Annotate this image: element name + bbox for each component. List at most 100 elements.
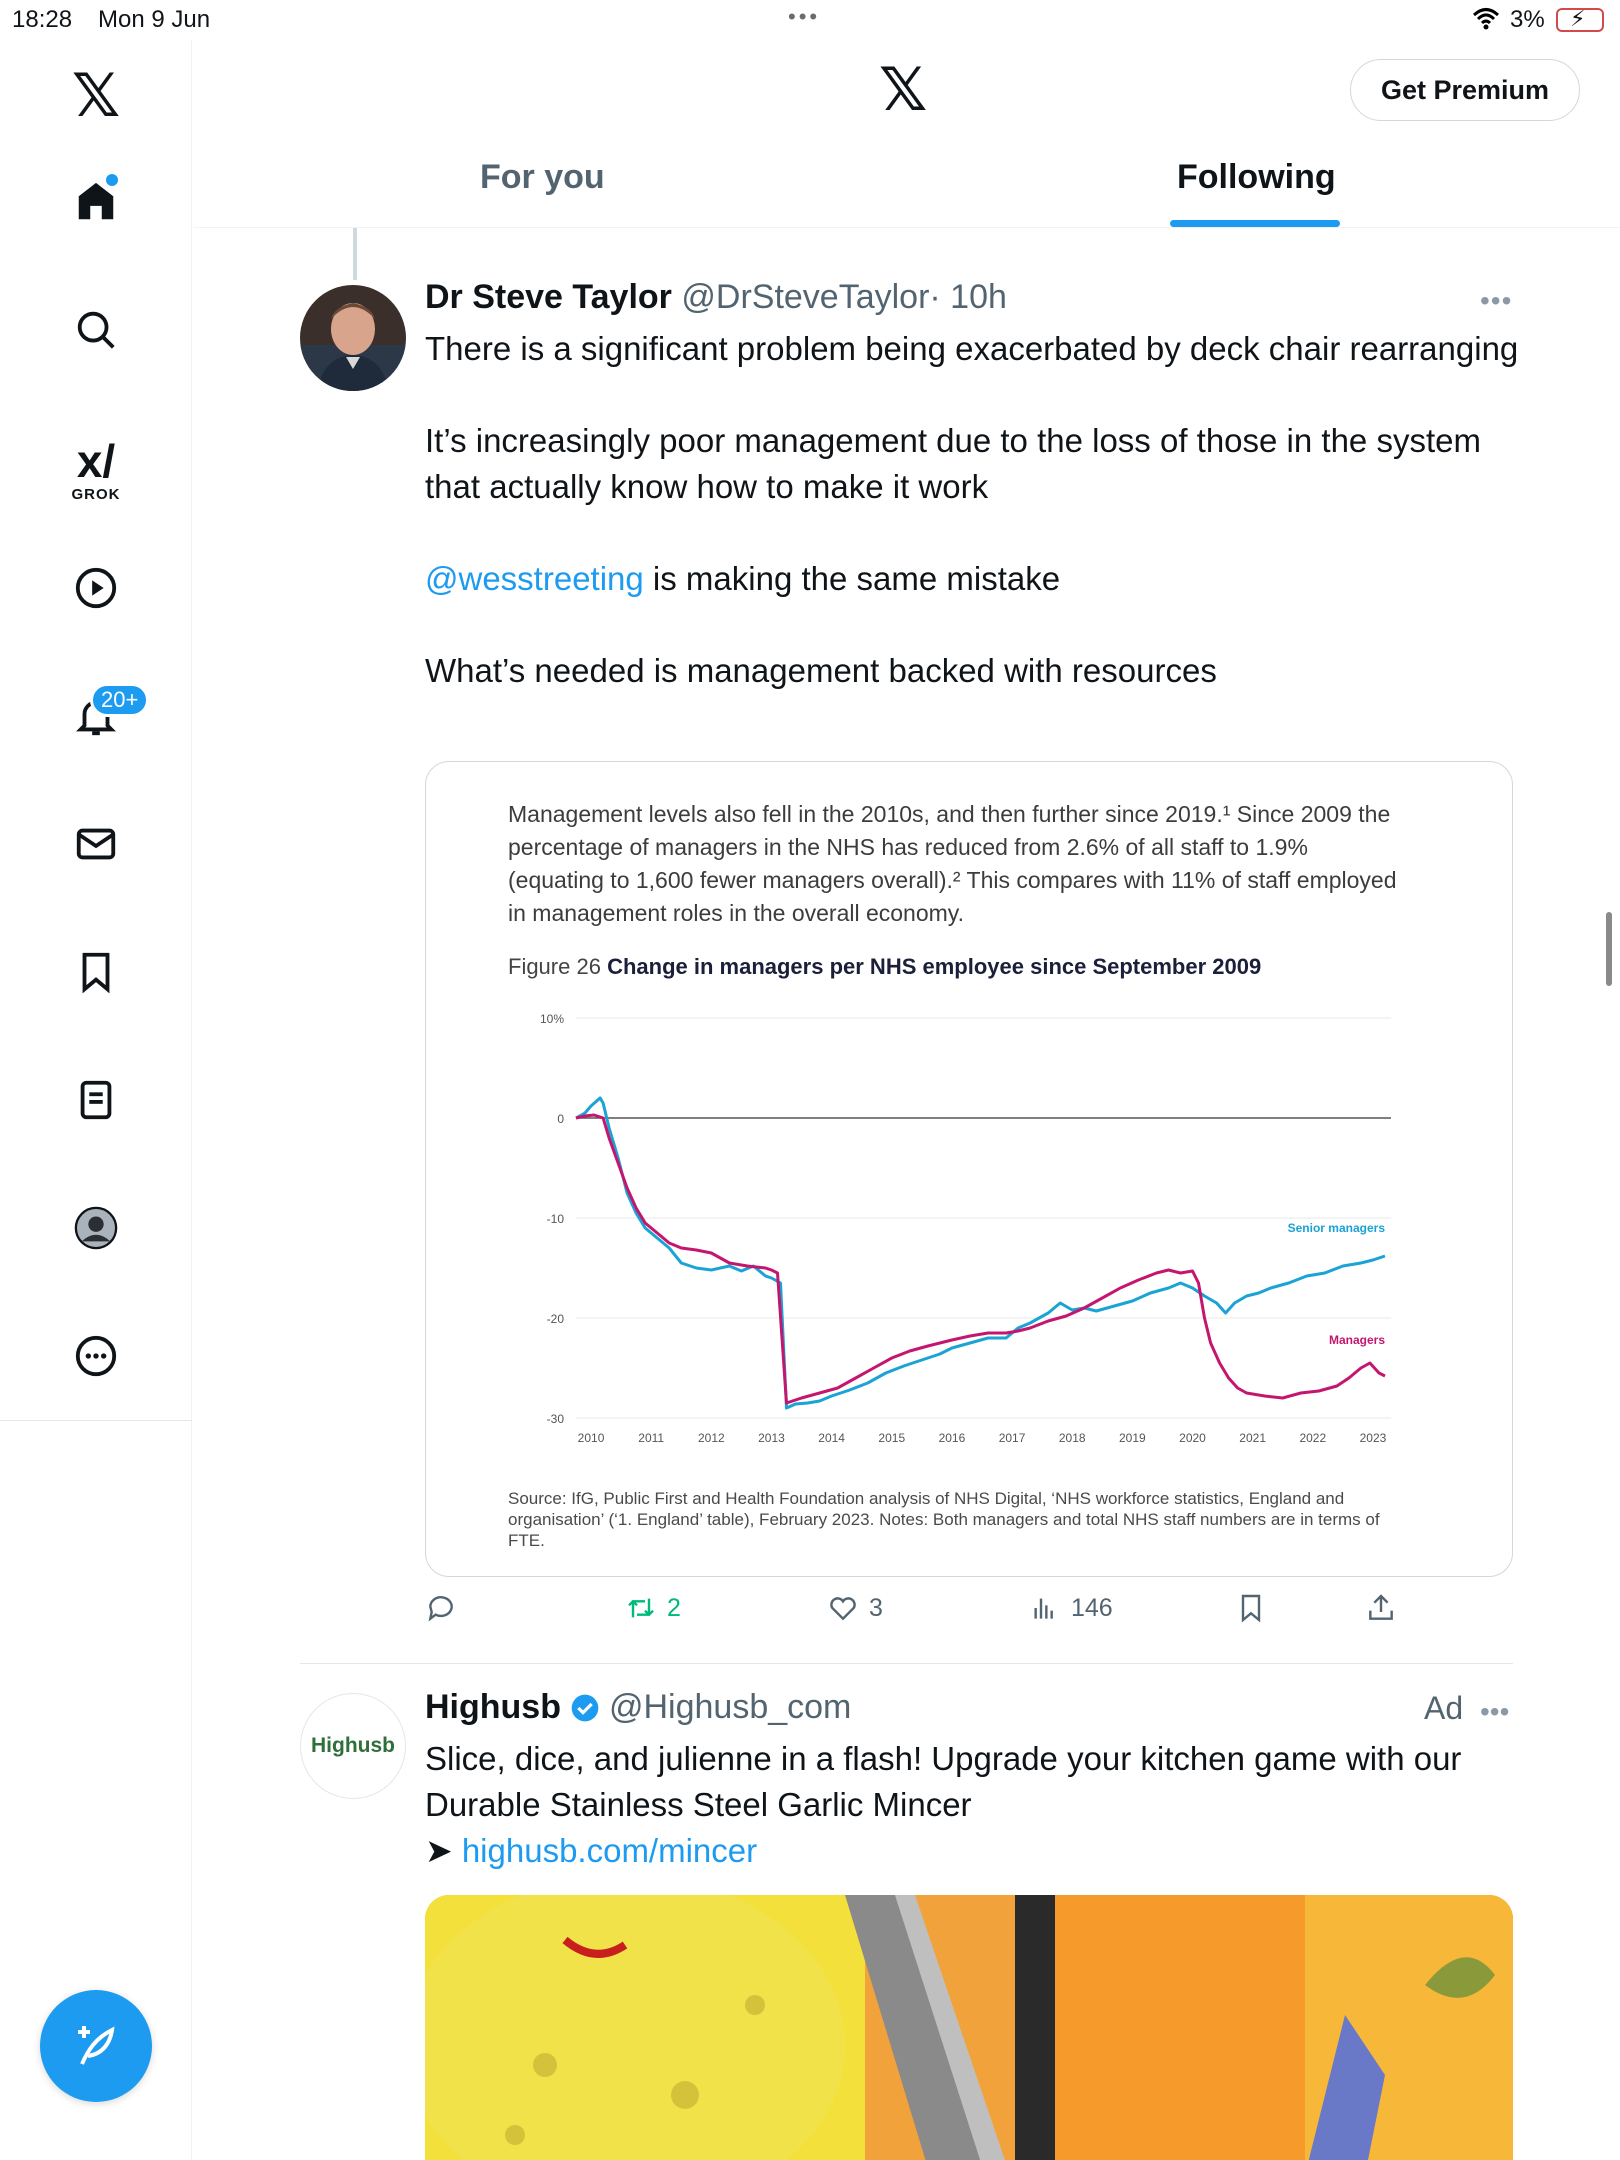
tab-following[interactable]: Following <box>1177 158 1336 197</box>
series-label: Managers <box>1329 1333 1385 1347</box>
tweet-paragraph: What’s needed is management backed with … <box>425 652 1217 689</box>
like-button[interactable]: 3 <box>827 1592 883 1624</box>
compose-feather-icon <box>78 2026 115 2065</box>
status-bar: 18:28 Mon 9 Jun ••• 3% ⚡ <box>0 0 1620 40</box>
battery-percent: 3% <box>1510 6 1545 33</box>
advertiser-avatar[interactable]: Highusb <box>300 1693 406 1799</box>
sidebar-divider <box>0 1420 192 1421</box>
x-tick-label: 2023 <box>1360 1431 1387 1445</box>
wifi-icon <box>1472 8 1500 30</box>
tweet-more-icon[interactable]: ••• <box>1480 285 1512 317</box>
series-line <box>575 1096 1386 1410</box>
x-tick-label: 2013 <box>758 1431 785 1445</box>
tweet-divider <box>300 1663 1513 1664</box>
x-center-logo-icon[interactable]: 𝕏 <box>879 60 927 120</box>
x-tick-label: 2014 <box>818 1431 845 1445</box>
grok-icon[interactable]: x/ GROK <box>60 420 132 520</box>
ad-link[interactable]: highusb.com/mincer <box>462 1832 757 1869</box>
heart-icon <box>830 1597 856 1621</box>
thread-connector-line <box>353 228 357 280</box>
tweet-paragraph: There is a significant problem being exa… <box>425 330 1519 367</box>
video-icon[interactable] <box>60 552 132 624</box>
figure-source-note: Source: IfG, Public First and Health Fou… <box>508 1489 1380 1550</box>
search-icon[interactable] <box>60 294 132 366</box>
ad-text: Slice, dice, and julienne in a flash! Up… <box>425 1736 1535 1874</box>
x-tick-label: 2016 <box>939 1431 966 1445</box>
views-icon <box>1034 1598 1053 1619</box>
advertiser-avatar-text: Highusb <box>311 1734 395 1757</box>
repost-button[interactable]: 2 <box>625 1592 681 1624</box>
tweet-paragraph: It’s increasingly poor management due to… <box>425 422 1481 505</box>
line-chart: 10% 0 -10 -20 -30 2010 2011 2012 2013 2014 2015 201… <box>540 1012 1391 1445</box>
x-tick-label: 2022 <box>1299 1431 1326 1445</box>
share-button[interactable] <box>1365 1592 1407 1624</box>
ad-image[interactable] <box>425 1895 1513 2160</box>
author-avatar[interactable] <box>300 285 406 391</box>
x-tick-label: 2020 <box>1179 1431 1206 1445</box>
image-intro-text: Management levels also fell in the 2010s… <box>508 801 1397 926</box>
x-logo-icon[interactable]: 𝕏 <box>60 60 132 132</box>
tweet-header: Dr Steve Taylor @DrSteveTaylor· 10h <box>425 278 1007 317</box>
y-tick-label: -30 <box>547 1412 565 1426</box>
home-unread-dot <box>106 174 118 186</box>
multitasking-dots-icon[interactable]: ••• <box>788 4 820 30</box>
bookmark-icon <box>1241 1594 1261 1623</box>
bookmarks-icon[interactable] <box>60 936 132 1008</box>
timeline-header: 𝕏 Get Premium For you Following <box>193 40 1620 228</box>
verified-badge-icon <box>571 1694 599 1721</box>
tweet-image[interactable]: Management levels also fell in the 2010s… <box>425 761 1513 1577</box>
x-tick-label: 2010 <box>578 1431 605 1445</box>
series-label: Senior managers <box>1288 1221 1386 1235</box>
grok-label: GROK <box>71 485 121 503</box>
x-tick-label: 2015 <box>878 1431 905 1445</box>
x-tick-label: 2017 <box>999 1431 1026 1445</box>
figure-title: Figure 26 Change in managers per NHS emp… <box>508 954 1261 980</box>
reply-button[interactable] <box>425 1592 467 1624</box>
ad-body-text: Slice, dice, and julienne in a flash! Up… <box>425 1740 1462 1823</box>
x-tick-label: 2019 <box>1119 1431 1146 1445</box>
ad-label: Ad <box>1424 1690 1464 1726</box>
author-name[interactable]: Dr Steve Taylor <box>425 278 672 316</box>
bookmark-button[interactable] <box>1235 1592 1277 1624</box>
series-line <box>575 1113 1386 1405</box>
ad-more-icon[interactable]: ••• <box>1480 1696 1509 1728</box>
y-tick-label: -10 <box>547 1212 565 1226</box>
more-icon[interactable] <box>60 1320 132 1392</box>
scrollbar[interactable] <box>1606 912 1612 986</box>
views-button[interactable]: 146 <box>1029 1592 1113 1624</box>
sidebar: 𝕏 x/ GROK <box>0 40 192 2160</box>
status-time: 18:28 <box>12 6 73 33</box>
figure-heading: Change in managers per NHS employee sinc… <box>607 954 1262 979</box>
compose-post-button[interactable] <box>40 1990 152 2102</box>
figure-number: Figure 26 <box>508 954 601 979</box>
tweet-paragraph: @wesstreeting is making the same mistake <box>425 556 1535 602</box>
get-premium-button[interactable]: Get Premium <box>1350 59 1580 121</box>
battery-icon: ⚡ <box>1556 6 1604 32</box>
y-tick-label: 10% <box>540 1012 564 1026</box>
messages-icon[interactable] <box>60 808 132 880</box>
x-tick-label: 2018 <box>1059 1431 1086 1445</box>
x-tick-label: 2012 <box>698 1431 725 1445</box>
active-tab-indicator <box>1170 220 1340 227</box>
profile-icon[interactable] <box>60 1192 132 1264</box>
ad-header: Highusb @Highusb_com <box>425 1688 851 1727</box>
advertiser-handle[interactable]: @Highusb_com <box>609 1688 851 1727</box>
y-tick-label: 0 <box>557 1112 564 1126</box>
repost-icon <box>628 1598 654 1618</box>
x-tick-label: 2021 <box>1239 1431 1266 1445</box>
tab-for-you[interactable]: For you <box>480 158 605 197</box>
arrow-icon: ➤ <box>425 1832 453 1869</box>
y-tick-label: -20 <box>547 1312 565 1326</box>
notification-badge: 20+ <box>90 683 150 717</box>
home-icon[interactable] <box>60 166 132 238</box>
tweet-actions: 2 3 146 <box>425 1592 1525 1636</box>
mention-link[interactable]: @wesstreeting <box>425 560 644 597</box>
tweet-time[interactable]: · 10h <box>929 278 1007 316</box>
author-handle[interactable]: @DrSteveTaylor <box>681 278 929 316</box>
advertiser-name[interactable]: Highusb <box>425 1688 561 1727</box>
view-count: 146 <box>1071 1593 1113 1622</box>
like-count: 3 <box>869 1593 883 1622</box>
lists-icon[interactable] <box>60 1064 132 1136</box>
share-icon <box>1369 1594 1393 1620</box>
tweet-text: There is a significant problem being exa… <box>425 326 1535 740</box>
